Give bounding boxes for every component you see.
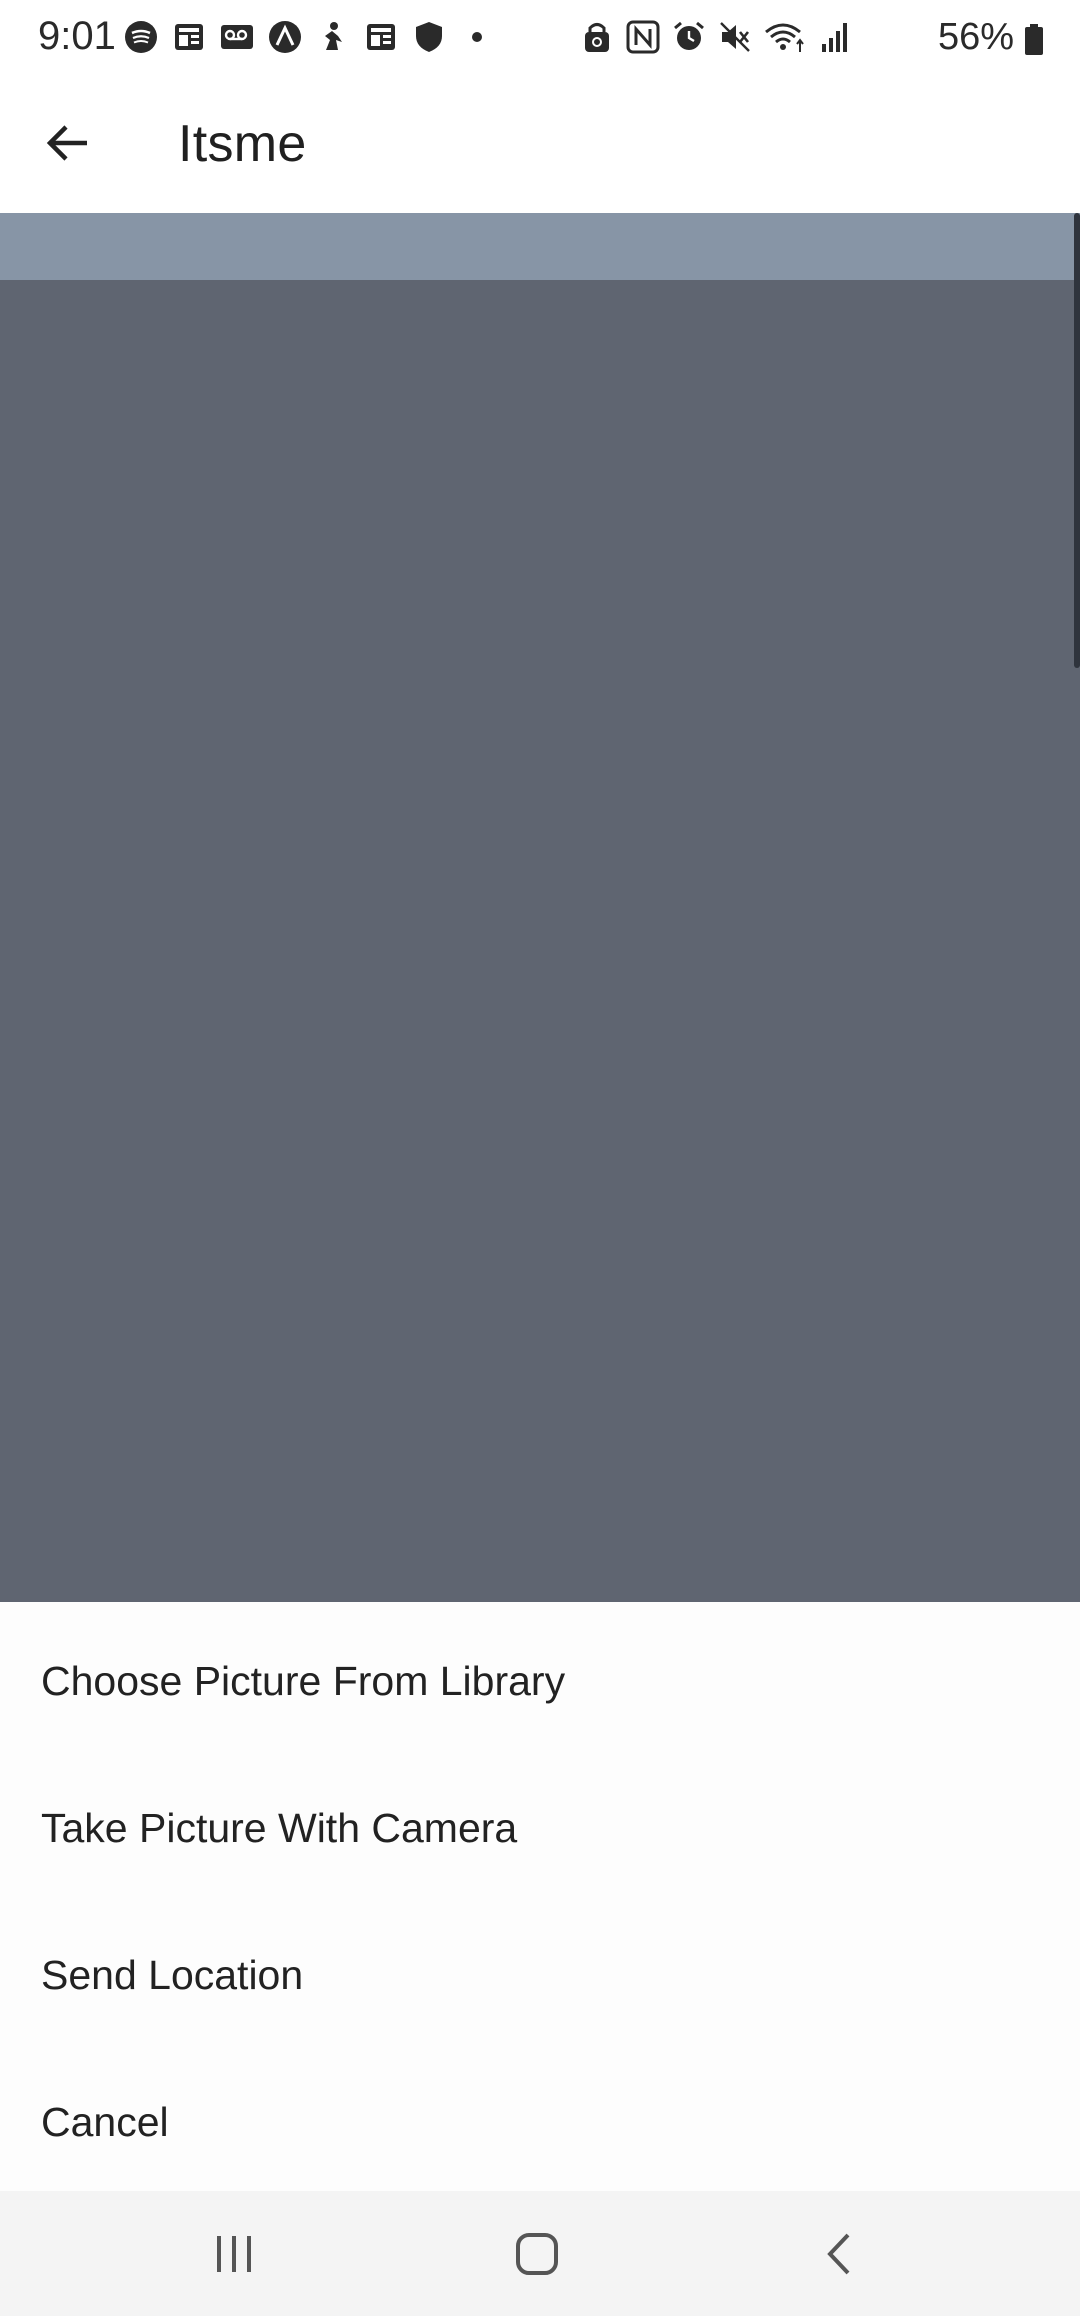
option-label: Cancel: [41, 2098, 169, 2145]
arrow-left-icon: [46, 125, 87, 161]
mute-icon: [720, 22, 750, 52]
signal-icon: [822, 23, 847, 52]
back-icon: [827, 2233, 850, 2275]
cancel-option[interactable]: Cancel: [0, 2049, 1080, 2195]
home-button[interactable]: [497, 2219, 577, 2289]
scrollbar-thumb[interactable]: [1074, 213, 1080, 668]
shield-icon: [416, 22, 442, 52]
app-icon: [269, 21, 301, 53]
content-header-strip: [0, 213, 1080, 280]
status-time: 9:01: [38, 14, 116, 58]
lock-icon: [585, 23, 609, 52]
option-label: Take Picture With Camera: [41, 1804, 518, 1851]
status-bar: 9:01 56%: [0, 0, 1080, 80]
dot-icon: [472, 32, 482, 42]
page-title: Itsme: [178, 115, 307, 173]
alarm-icon: [674, 21, 704, 50]
wifi-icon: [765, 23, 804, 52]
action-sheet: Choose Picture From Library Take Picture…: [0, 1602, 1080, 2191]
recents-button[interactable]: [194, 2219, 274, 2289]
choose-picture-from-library-option[interactable]: Choose Picture From Library: [0, 1608, 1080, 1754]
recents-icon: [217, 2236, 251, 2272]
system-icons: [580, 20, 960, 60]
nfc-icon: [626, 20, 660, 54]
nav-back-button[interactable]: [800, 2219, 880, 2289]
battery-percent: 56%: [937, 16, 1014, 58]
take-picture-with-camera-option[interactable]: Take Picture With Camera: [0, 1755, 1080, 1901]
option-label: Send Location: [41, 1951, 304, 1998]
app-bar: Itsme: [0, 80, 1080, 213]
send-location-option[interactable]: Send Location: [0, 1902, 1080, 2048]
option-label: Choose Picture From Library: [41, 1657, 566, 1704]
modal-scrim[interactable]: [0, 280, 1080, 1602]
home-icon: [516, 2233, 558, 2275]
voicemail-icon: [221, 25, 253, 49]
back-button[interactable]: [30, 105, 106, 181]
system-nav-bar: [0, 2191, 1080, 2316]
battery-icon: [1025, 24, 1043, 55]
fitness-icon: [325, 22, 342, 50]
news-icon: [175, 24, 203, 50]
spotify-icon: [125, 21, 157, 53]
news-icon-2: [367, 24, 395, 50]
